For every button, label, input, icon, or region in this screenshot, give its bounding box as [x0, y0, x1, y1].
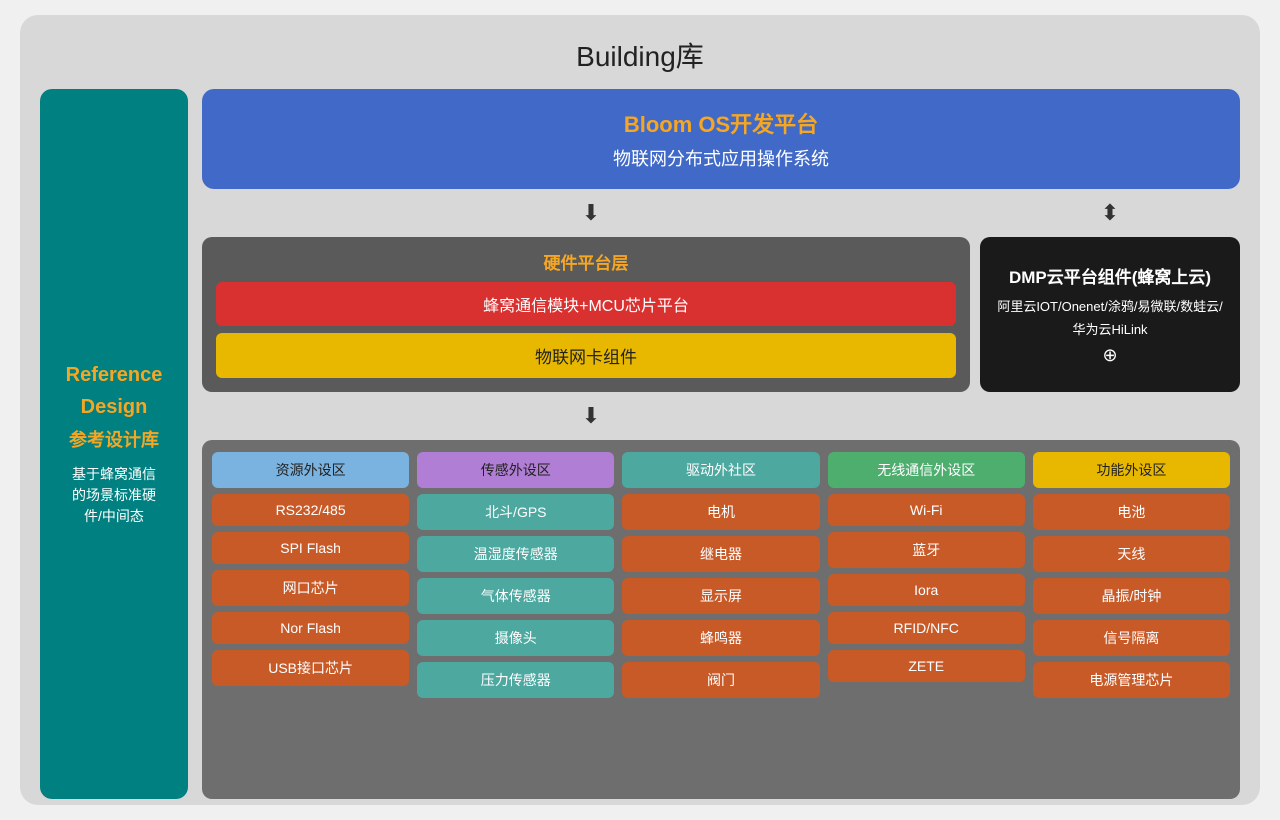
peri-item-4-3: Iora: [828, 574, 1025, 606]
peri-item-1-3: 网口芯片: [212, 570, 409, 606]
peri-item-5-4: 信号隔离: [1033, 620, 1230, 656]
sidebar-ref-line1: Reference: [66, 362, 163, 388]
dmp-title: DMP云平台组件(蜂窝上云): [1009, 263, 1211, 288]
hardware-title: 硬件平台层: [216, 249, 956, 274]
peri-item-3-1: 电机: [622, 494, 819, 530]
sidebar-desc: 基于蜂窝通信 的场景标准硬 件/中间态: [72, 464, 156, 527]
peri-item-3-3: 显示屏: [622, 578, 819, 614]
peripheral-col-4: 无线通信外设区 Wi-Fi 蓝牙 Iora RFID/NFC ZETE: [828, 452, 1025, 698]
peripheral-block: 资源外设区 RS232/485 SPI Flash 网口芯片 Nor Flash USB接…: [202, 440, 1240, 799]
peri-item-1-1: RS232/485: [212, 494, 409, 526]
peri-item-3-5: 阀门: [622, 662, 819, 698]
outer-container: Building库 Reference Design 参考设计库 基于蜂窝通信 …: [20, 15, 1260, 805]
peri-item-2-2: 温湿度传感器: [417, 536, 614, 572]
peri-item-4-2: 蓝牙: [828, 532, 1025, 568]
dmp-block: DMP云平台组件(蜂窝上云) 阿里云IOT/Onenet/涂鸦/易微联/数蛙云/…: [980, 237, 1240, 392]
middle-row: 硬件平台层 蜂窝通信模块+MCU芯片平台 物联网卡组件 DMP云平台组件(蜂窝上…: [202, 237, 1240, 392]
left-sidebar: Reference Design 参考设计库 基于蜂窝通信 的场景标准硬 件/中…: [40, 89, 188, 799]
peri-item-5-1: 电池: [1033, 494, 1230, 530]
peripheral-col-5: 功能外设区电池天线晶振/时钟信号隔离电源管理芯片: [1033, 452, 1230, 698]
peri-header-5: 功能外设区: [1033, 452, 1230, 488]
hardware-block: 硬件平台层 蜂窝通信模块+MCU芯片平台 物联网卡组件: [202, 237, 970, 392]
os-subtitle: 物联网分布式应用操作系统: [222, 145, 1220, 171]
os-title: Bloom OS开发平台: [222, 107, 1220, 139]
peripheral-grid: 资源外设区 RS232/485 SPI Flash 网口芯片 Nor Flash USB接…: [212, 452, 1230, 698]
peri-header-4: 无线通信外设区: [828, 452, 1025, 488]
peri-item-1-2: SPI Flash: [212, 532, 409, 564]
right-main: Bloom OS开发平台 物联网分布式应用操作系统 ⬇ ⬍ 硬件平台层 蜂窝通信…: [202, 89, 1240, 799]
peri-item-1-4: Nor Flash: [212, 612, 409, 644]
peri-item-2-5: 压力传感器: [417, 662, 614, 698]
peri-header-1: 资源外设区: [212, 452, 409, 488]
dmp-plus: ⊕: [1102, 345, 1117, 366]
hw-row1: 蜂窝通信模块+MCU芯片平台: [216, 282, 956, 326]
peri-item-4-4: RFID/NFC: [828, 612, 1025, 644]
peri-item-5-3: 晶振/时钟: [1033, 578, 1230, 614]
peri-item-2-3: 气体传感器: [417, 578, 614, 614]
arrow-down-2: ⬇: [202, 403, 980, 429]
peri-item-3-2: 继电器: [622, 536, 819, 572]
arrow-down-dmp: ⬍: [980, 200, 1240, 226]
dmp-desc: 阿里云IOT/Onenet/涂鸦/易微联/数蛙云/ 华为云HiLink: [997, 296, 1222, 340]
peripheral-col-2: 传感外设区北斗/GPS 温湿度传感器气体传感器摄像头压力传感器: [417, 452, 614, 698]
arrow-down-1: ⬇: [202, 200, 980, 226]
arrows-row-2: ⬇: [202, 402, 1240, 430]
peri-item-5-5: 电源管理芯片: [1033, 662, 1230, 698]
peri-item-2-4: 摄像头: [417, 620, 614, 656]
sidebar-cn-title: 参考设计库: [69, 426, 159, 452]
peri-header-2: 传感外设区: [417, 452, 614, 488]
peri-item-5-2: 天线: [1033, 536, 1230, 572]
os-block: Bloom OS开发平台 物联网分布式应用操作系统: [202, 89, 1240, 189]
sidebar-ref-line2: Design: [81, 394, 148, 420]
building-title: Building库: [40, 35, 1240, 75]
peri-item-3-4: 蜂鸣器: [622, 620, 819, 656]
peripheral-col-3: 驱动外社区电机继电器显示屏蜂鸣器阀门: [622, 452, 819, 698]
main-layout: Reference Design 参考设计库 基于蜂窝通信 的场景标准硬 件/中…: [40, 89, 1240, 799]
arrows-row-1: ⬇ ⬍: [202, 199, 1240, 227]
peri-item-4-1: Wi-Fi: [828, 494, 1025, 526]
peri-item-2-1: 北斗/GPS: [417, 494, 614, 530]
peri-item-4-5: ZETE: [828, 650, 1025, 682]
peripheral-col-1: 资源外设区 RS232/485 SPI Flash 网口芯片 Nor Flash USB接…: [212, 452, 409, 698]
peri-item-1-5: USB接口芯片: [212, 650, 409, 686]
peri-header-3: 驱动外社区: [622, 452, 819, 488]
hw-row2: 物联网卡组件: [216, 333, 956, 378]
